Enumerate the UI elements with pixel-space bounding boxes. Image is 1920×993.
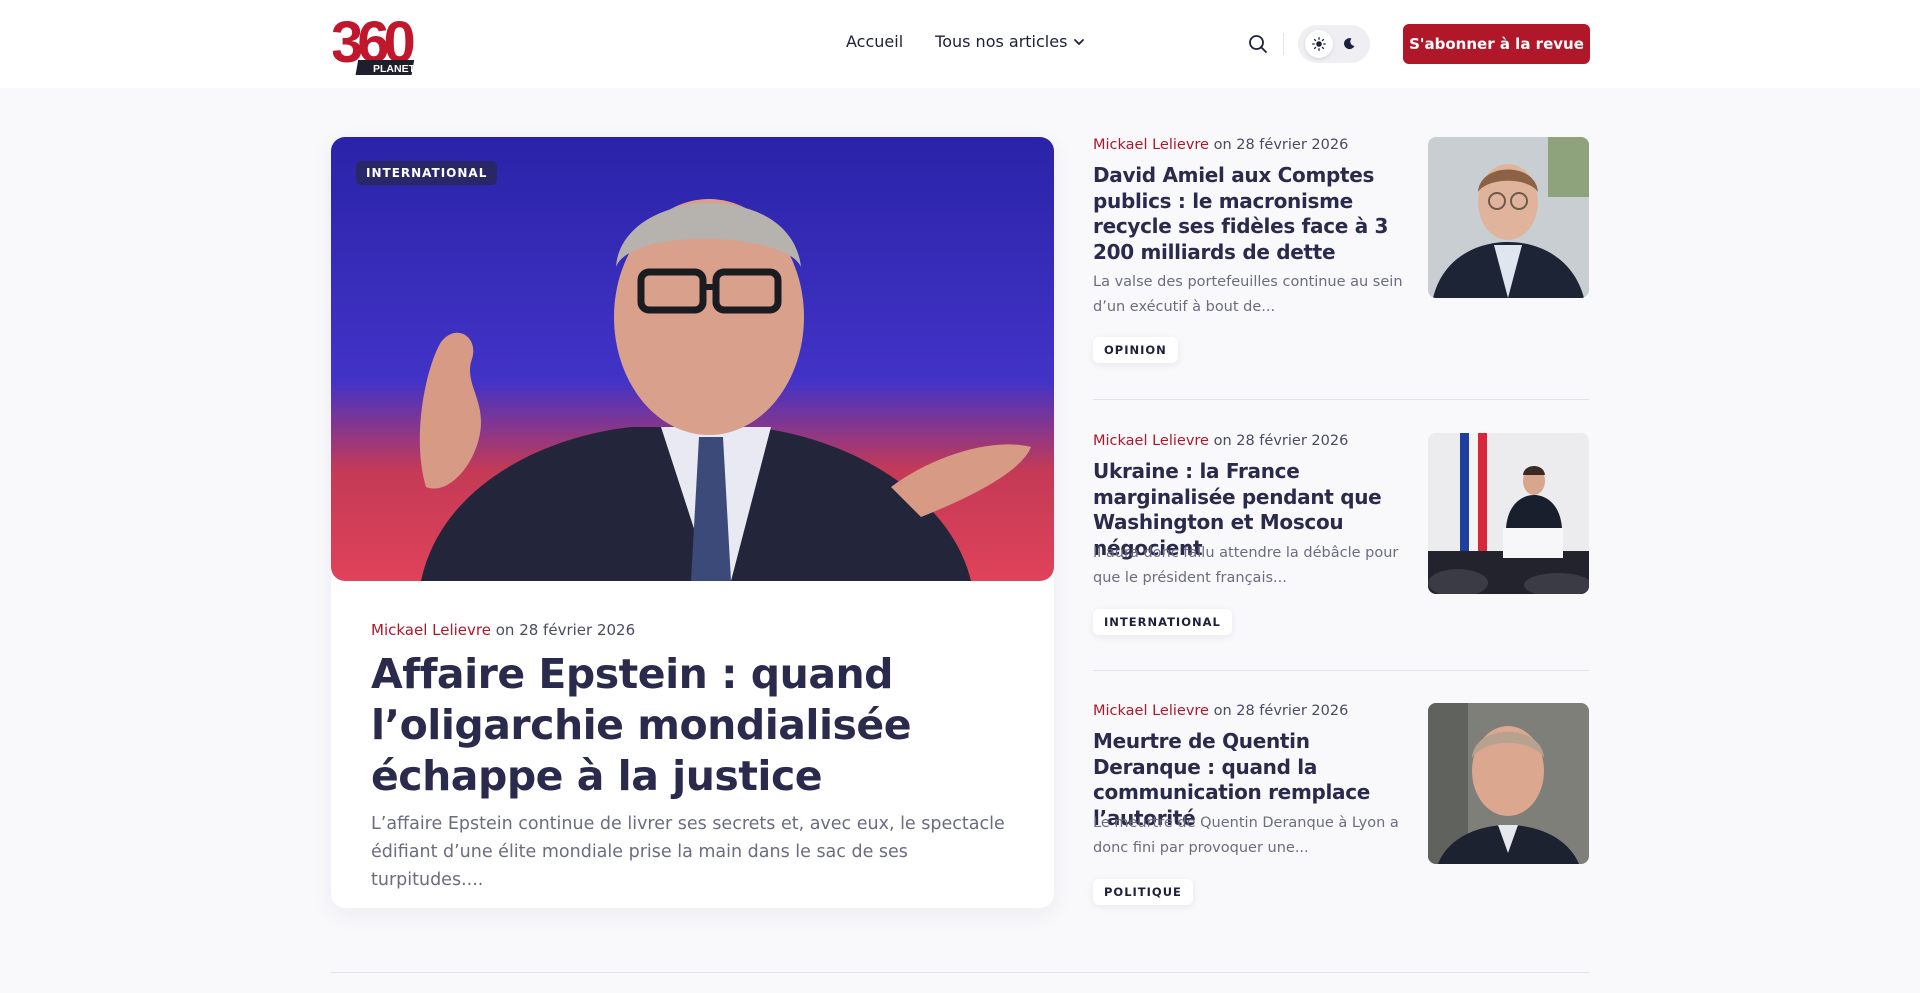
nav-all-articles[interactable]: Tous nos articles — [935, 32, 1085, 51]
dark-mode-button[interactable] — [1335, 30, 1363, 58]
article-date: on 28 février 2026 — [1213, 433, 1349, 449]
thumbnail-photo — [1428, 433, 1589, 594]
search-icon[interactable] — [1246, 32, 1270, 56]
article-author-link[interactable]: Mickael Lelievre — [1093, 433, 1209, 449]
logo-word: PLANETES — [373, 63, 429, 75]
article-thumbnail[interactable] — [1428, 137, 1589, 298]
article-date: on 28 février 2026 — [1213, 137, 1349, 153]
article-title[interactable]: David Amiel aux Comptes publics : le mac… — [1093, 163, 1413, 265]
section-divider — [331, 972, 1589, 973]
thumbnail-photo — [1428, 703, 1589, 864]
article-meta: Mickael Lelievre on 28 février 2026 — [1093, 433, 1348, 449]
theme-toggle[interactable] — [1298, 25, 1370, 63]
nav-all-articles-label: Tous nos articles — [935, 32, 1068, 51]
article-meta: Mickael Lelievre on 28 février 2026 — [1093, 703, 1348, 719]
featured-excerpt: L’affaire Epstein continue de livrer ses… — [371, 814, 1005, 890]
article-card: Mickael Lelievre on 28 février 2026 Meur… — [1093, 703, 1589, 943]
article-thumbnail[interactable] — [1428, 433, 1589, 594]
sun-icon — [1312, 37, 1326, 51]
article-thumbnail[interactable] — [1428, 703, 1589, 864]
article-divider — [1093, 670, 1589, 671]
nav-accueil[interactable]: Accueil — [846, 32, 903, 51]
article-excerpt: Il aura donc fallu attendre la débâcle p… — [1093, 545, 1399, 586]
site-header: 360 PLANETES Accueil Tous nos articles S… — [0, 0, 1920, 88]
article-card: Mickael Lelievre on 28 février 2026 Davi… — [1093, 137, 1589, 377]
featured-meta: Mickael Lelievre on 28 février 2026 — [371, 621, 635, 639]
thumbnail-photo — [1428, 137, 1589, 298]
chevron-down-icon — [1074, 38, 1085, 45]
article-excerpt: La valse des portefeuilles continue au s… — [1093, 274, 1403, 315]
featured-author-link[interactable]: Mickael Lelievre — [371, 621, 491, 639]
article-excerpt: Le meurtre de Quentin Deranque à Lyon a … — [1093, 815, 1399, 856]
article-date: on 28 février 2026 — [1213, 703, 1349, 719]
featured-date: on 28 février 2026 — [495, 621, 636, 639]
main-nav: Accueil Tous nos articles — [846, 32, 1085, 51]
featured-title[interactable]: Affaire Epstein : quand l’oligarchie mon… — [371, 649, 1031, 802]
featured-category-tag[interactable]: INTERNATIONAL — [356, 161, 498, 185]
article-meta: Mickael Lelievre on 28 février 2026 — [1093, 137, 1348, 153]
article-category-tag[interactable]: INTERNATIONAL — [1093, 609, 1232, 635]
header-divider — [1283, 33, 1284, 55]
subscribe-button[interactable]: S'abonner à la revue — [1403, 24, 1590, 64]
article-author-link[interactable]: Mickael Lelievre — [1093, 137, 1209, 153]
article-divider — [1093, 399, 1589, 400]
featured-photo — [331, 137, 1054, 581]
article-category-tag[interactable]: POLITIQUE — [1093, 879, 1193, 905]
featured-article-image[interactable] — [331, 137, 1054, 581]
nav-accueil-label: Accueil — [846, 32, 904, 51]
article-author-link[interactable]: Mickael Lelievre — [1093, 703, 1209, 719]
article-card: Mickael Lelievre on 28 février 2026 Ukra… — [1093, 433, 1589, 673]
article-category-tag[interactable]: OPINION — [1093, 337, 1178, 363]
light-mode-button[interactable] — [1305, 30, 1333, 58]
site-logo[interactable]: 360 PLANETES — [333, 10, 453, 78]
featured-article-card: INTERNATIONAL Mickael Lelievre on 28 fév… — [331, 137, 1054, 908]
moon-icon — [1344, 38, 1355, 50]
